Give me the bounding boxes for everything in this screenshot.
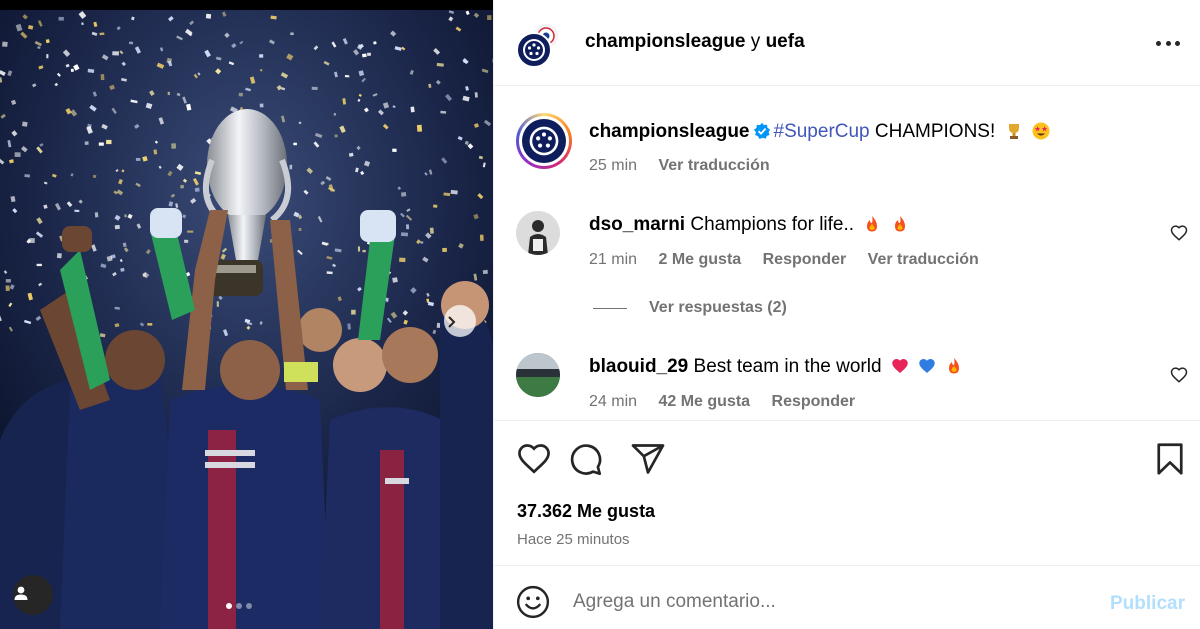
heart-icon[interactable] [516, 441, 552, 477]
user-photo-icon [516, 353, 560, 397]
bookmark-icon[interactable] [1152, 441, 1188, 477]
likes-count[interactable]: 37.362 Me gusta [517, 501, 655, 522]
comment-username[interactable]: blaouid_29 [589, 356, 688, 377]
more-options-button[interactable] [1156, 34, 1180, 52]
comment-text: blaouid_29 Best team in the world [589, 355, 963, 379]
collab-avatars[interactable] [516, 22, 562, 68]
post-photo [0, 10, 493, 629]
comment-like-icon[interactable] [1170, 366, 1188, 384]
more-icon-dot [1156, 40, 1161, 46]
caption-username[interactable]: championsleague [589, 121, 750, 142]
carousel-dot [246, 603, 252, 609]
comment-meta: 21 min 2 Me gusta Responder Ver traducci… [589, 251, 996, 269]
starball-icon [529, 126, 559, 156]
star-struck-emoji-icon [1032, 122, 1050, 140]
comment-item: dso_marni Champions for life.. 21 min 2 … [494, 211, 1200, 281]
next-slide-button[interactable] [444, 305, 476, 337]
more-icon-dot [1175, 40, 1180, 46]
author-conjunction: y [750, 31, 761, 52]
view-replies-label: Ver respuestas (2) [649, 299, 787, 316]
reply-button[interactable]: Responder [772, 393, 856, 410]
caption-time[interactable]: 25 min [589, 157, 637, 174]
comment-item: blaouid_29 Best team in the world 24 min… [494, 353, 1200, 419]
comment-body: Champions for life.. [690, 214, 855, 235]
starball-icon [523, 39, 545, 61]
comment-composer: Publicar [494, 567, 1200, 629]
post-author: championsleague y uefa [585, 31, 805, 53]
carousel-indicator [226, 603, 252, 609]
caption-translate-link[interactable]: Ver traducción [658, 157, 769, 174]
comment-text: dso_marni Champions for life.. [589, 213, 909, 237]
media-top-bar [0, 0, 493, 10]
fire-emoji-icon [867, 216, 878, 232]
fire-emoji-icon [894, 216, 905, 232]
collaborator-link[interactable]: uefa [766, 31, 805, 52]
caption-text: championsleague #SuperCup CHAMPIONS! [589, 120, 1050, 144]
comment-body: Best team in the world [693, 356, 882, 377]
comments-list: championsleague #SuperCup CHAMPIONS! 25 m… [494, 87, 1200, 419]
user-icon [14, 586, 28, 600]
comment-icon[interactable] [567, 441, 603, 477]
caption-avatar[interactable] [516, 113, 572, 169]
author-link[interactable]: championsleague [585, 31, 746, 52]
red-heart-emoji-icon [892, 359, 908, 373]
trophy-emoji-icon [1008, 124, 1019, 139]
chevron-right-icon [448, 316, 456, 328]
more-icon-dot [1165, 40, 1171, 46]
carousel-dot [226, 603, 232, 609]
post-details: championsleague y uefa championsleague #… [493, 0, 1200, 629]
caption-meta: 25 min Ver traducción [589, 157, 787, 175]
carousel-dot [236, 603, 242, 609]
post-header: championsleague y uefa [494, 0, 1200, 86]
comment-input[interactable] [573, 587, 1093, 617]
post-actions: 37.362 Me gusta Hace 25 minutos [494, 420, 1200, 566]
caption: championsleague #SuperCup CHAMPIONS! 25 m… [494, 113, 1200, 183]
championsleague-avatar[interactable] [516, 32, 552, 68]
publish-button[interactable]: Publicar [1110, 593, 1185, 615]
post-timestamp: Hace 25 minutos [517, 531, 630, 548]
tagged-users-button[interactable] [13, 575, 53, 615]
comment-meta: 24 min 42 Me gusta Responder [589, 393, 872, 411]
comment-likes[interactable]: 2 Me gusta [658, 251, 741, 268]
replies-divider [593, 307, 627, 309]
post-media [0, 0, 493, 629]
comment-like-icon[interactable] [1170, 224, 1188, 242]
translate-link[interactable]: Ver traducción [868, 251, 979, 268]
share-icon[interactable] [630, 441, 666, 477]
blue-heart-emoji-icon [919, 359, 935, 373]
comment-avatar[interactable] [516, 211, 560, 255]
view-replies-button[interactable]: Ver respuestas (2) [593, 299, 787, 317]
comment-username[interactable]: dso_marni [589, 214, 685, 235]
reply-button[interactable]: Responder [763, 251, 847, 268]
comment-avatar[interactable] [516, 353, 560, 397]
fire-emoji-icon [949, 358, 960, 374]
caption-body: CHAMPIONS! [869, 121, 996, 142]
user-photo-icon [516, 211, 560, 255]
comment-time[interactable]: 21 min [589, 251, 637, 268]
hashtag-link[interactable]: #SuperCup [774, 121, 870, 142]
emoji-picker-icon[interactable] [516, 585, 550, 619]
comment-likes[interactable]: 42 Me gusta [658, 393, 750, 410]
verified-badge-icon [753, 123, 770, 139]
comment-time[interactable]: 24 min [589, 393, 637, 410]
